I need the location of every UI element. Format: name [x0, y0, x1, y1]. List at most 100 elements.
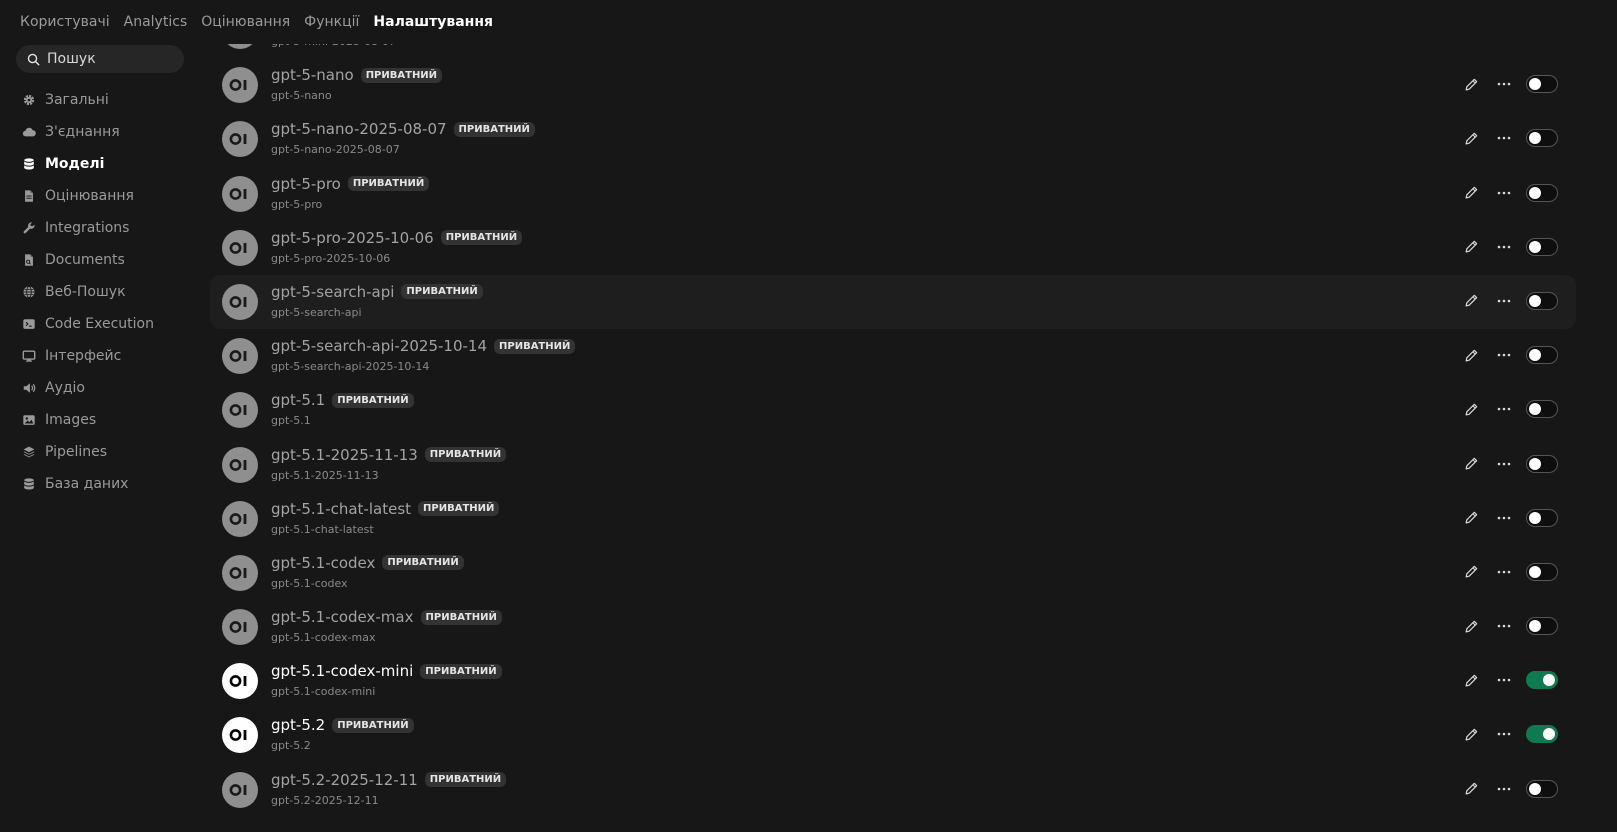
tab-settings[interactable]: Налаштування [373, 14, 493, 30]
model-row[interactable]: gpt-5-nanoПРИВАТНИЙgpt-5-nano [210, 58, 1576, 112]
sidebar-item-label: Загальні [45, 92, 109, 108]
toggle-knob [1529, 458, 1541, 470]
model-row[interactable]: gpt-5.1-codex-maxПРИВАТНИЙgpt-5.1-codex-… [210, 600, 1576, 654]
model-row[interactable]: gpt-5-mini-2025-08-07ПРИВАТНИЙgpt-5-mini… [210, 44, 1576, 58]
more-options-button[interactable] [1495, 238, 1513, 256]
edit-model-button[interactable] [1462, 400, 1480, 418]
model-row[interactable]: gpt-5-search-api-2025-10-14ПРИВАТНИЙgpt-… [210, 329, 1576, 383]
model-enable-toggle[interactable] [1526, 617, 1558, 635]
edit-model-button[interactable] [1462, 563, 1480, 581]
edit-model-button[interactable] [1462, 346, 1480, 364]
sidebar-item-gear[interactable]: Загальні [22, 84, 154, 116]
sidebar-item-cloud[interactable]: З'єднання [22, 116, 154, 148]
sidebar-item-file[interactable]: Documents [22, 244, 154, 276]
model-row[interactable]: gpt-5.2ПРИВАТНИЙgpt-5.2 [210, 708, 1576, 762]
model-row[interactable]: gpt-5-search-apiПРИВАТНИЙgpt-5-search-ap… [210, 275, 1576, 329]
sidebar-item-image[interactable]: Images [22, 404, 154, 436]
model-row[interactable]: gpt-5.1-codexПРИВАТНИЙgpt-5.1-codex [210, 546, 1576, 600]
sidebar-item-monitor[interactable]: Інтерфейс [22, 340, 154, 372]
tab-analytics[interactable]: Analytics [124, 14, 188, 30]
edit-model-button[interactable] [1462, 292, 1480, 310]
model-row[interactable]: gpt-5-proПРИВАТНИЙgpt-5-pro [210, 167, 1576, 221]
model-enable-toggle[interactable] [1526, 671, 1558, 689]
toggle-knob [1529, 132, 1541, 144]
more-options-button[interactable] [1495, 725, 1513, 743]
model-enable-toggle[interactable] [1526, 292, 1558, 310]
edit-model-button[interactable] [1462, 509, 1480, 527]
model-name: gpt-5.1-codex-mini [271, 662, 413, 680]
model-row[interactable]: gpt-5-nano-2025-08-07ПРИВАТНИЙgpt-5-nano… [210, 112, 1576, 166]
more-options-button[interactable] [1495, 563, 1513, 581]
model-enable-toggle[interactable] [1526, 184, 1558, 202]
pencil-icon [1464, 727, 1479, 742]
tab-evaluations[interactable]: Оцінювання [201, 14, 290, 30]
pencil-icon [1464, 619, 1479, 634]
model-row[interactable]: gpt-5.2-2025-12-11ПРИВАТНИЙgpt-5.2-2025-… [210, 763, 1576, 817]
edit-model-button[interactable] [1462, 238, 1480, 256]
model-enable-toggle[interactable] [1526, 129, 1558, 147]
model-enable-toggle[interactable] [1526, 563, 1558, 581]
model-enable-toggle[interactable] [1526, 400, 1558, 418]
edit-model-button[interactable] [1462, 184, 1480, 202]
more-options-button[interactable] [1495, 129, 1513, 147]
settings-sidebar: Загальні З'єднанняМоделіОцінюванняIntegra… [0, 44, 204, 832]
sidebar-item-wrench[interactable]: Integrations [22, 212, 154, 244]
edit-model-button[interactable] [1462, 617, 1480, 635]
sidebar-item-database[interactable]: База даних [22, 468, 154, 500]
ellipsis-icon [1497, 353, 1511, 357]
edit-model-button[interactable] [1462, 725, 1480, 743]
edit-model-button[interactable] [1462, 75, 1480, 93]
model-name-line: gpt-5-search-api-2025-10-14ПРИВАТНИЙ [271, 337, 575, 355]
model-avatar-icon [222, 230, 258, 266]
more-options-button[interactable] [1495, 671, 1513, 689]
more-options-button[interactable] [1495, 75, 1513, 93]
model-name: gpt-5.1-codex [271, 554, 375, 572]
search-box [16, 45, 184, 73]
tab-users[interactable]: Користувачі [20, 14, 110, 30]
model-row[interactable]: gpt-5.1-2025-11-13ПРИВАТНИЙgpt-5.1-2025-… [210, 438, 1576, 492]
sidebar-item-label: База даних [45, 476, 128, 492]
sidebar-item-speaker[interactable]: Аудіо [22, 372, 154, 404]
model-avatar-icon [222, 176, 258, 212]
model-enable-toggle[interactable] [1526, 509, 1558, 527]
gear-icon [22, 93, 36, 107]
sidebar-item-layers[interactable]: Pipelines [22, 436, 154, 468]
more-options-button[interactable] [1495, 455, 1513, 473]
more-options-button[interactable] [1495, 400, 1513, 418]
model-row[interactable]: gpt-5.1-codex-miniПРИВАТНИЙgpt-5.1-codex… [210, 654, 1576, 708]
model-name-line: gpt-5-nano-2025-08-07ПРИВАТНИЙ [271, 120, 535, 138]
model-id: gpt-5-search-api [271, 306, 362, 319]
model-avatar-icon [222, 121, 258, 157]
model-row[interactable]: gpt-5-pro-2025-10-06ПРИВАТНИЙgpt-5-pro-2… [210, 221, 1576, 275]
more-options-button[interactable] [1495, 509, 1513, 527]
sidebar-item-label: Інтерфейс [45, 348, 121, 364]
more-options-button[interactable] [1495, 292, 1513, 310]
model-enable-toggle[interactable] [1526, 75, 1558, 93]
sidebar-item-terminal[interactable]: Code Execution [22, 308, 154, 340]
edit-model-button[interactable] [1462, 671, 1480, 689]
sidebar-item-globe[interactable]: Веб-Пошук [22, 276, 154, 308]
more-options-button[interactable] [1495, 346, 1513, 364]
tab-functions[interactable]: Функції [304, 14, 359, 30]
edit-model-button[interactable] [1462, 129, 1480, 147]
toggle-knob [1543, 728, 1555, 740]
model-enable-toggle[interactable] [1526, 780, 1558, 798]
edit-model-button[interactable] [1462, 780, 1480, 798]
model-enable-toggle[interactable] [1526, 455, 1558, 473]
more-options-button[interactable] [1495, 780, 1513, 798]
more-options-button[interactable] [1495, 184, 1513, 202]
sidebar-item-database[interactable]: Моделі [22, 148, 154, 180]
toggle-knob [1543, 674, 1555, 686]
model-enable-toggle[interactable] [1526, 725, 1558, 743]
more-options-button[interactable] [1495, 617, 1513, 635]
model-enable-toggle[interactable] [1526, 238, 1558, 256]
edit-model-button[interactable] [1462, 455, 1480, 473]
model-row[interactable]: gpt-5.1ПРИВАТНИЙgpt-5.1 [210, 383, 1576, 437]
toggle-knob [1529, 566, 1541, 578]
model-enable-toggle[interactable] [1526, 346, 1558, 364]
search-input[interactable] [47, 51, 175, 67]
model-name: gpt-5.2 [271, 716, 325, 734]
sidebar-item-document[interactable]: Оцінювання [22, 180, 154, 212]
model-row[interactable]: gpt-5.1-chat-latestПРИВАТНИЙgpt-5.1-chat… [210, 492, 1576, 546]
model-avatar-icon [222, 772, 258, 808]
